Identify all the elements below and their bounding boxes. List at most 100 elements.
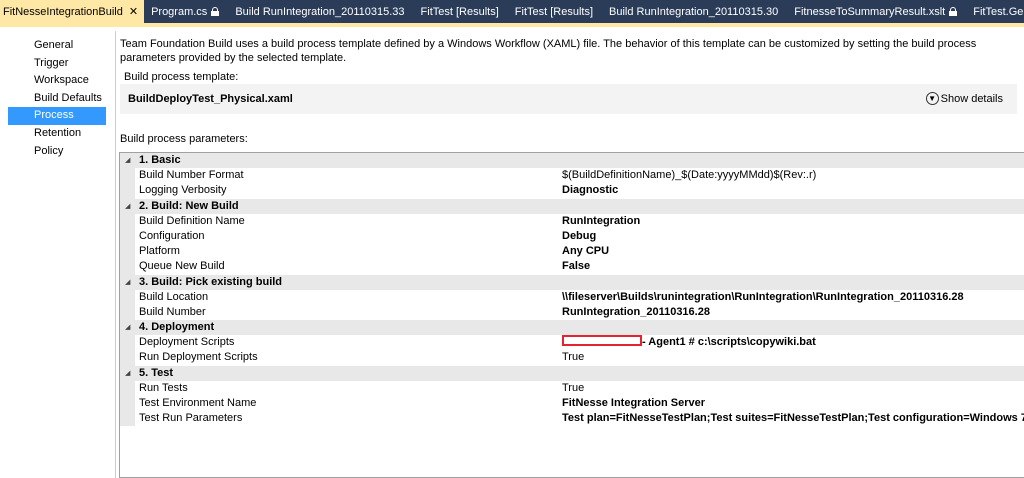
tab-label: Build RunIntegration_20110315.33 <box>235 5 405 18</box>
tab-label: FitTest [Results] <box>514 5 594 18</box>
row-gutter <box>120 350 135 366</box>
param-row[interactable]: Run Deployment Scripts True <box>120 350 1024 366</box>
category-name: 5. Test <box>139 366 174 379</box>
row-gutter <box>120 183 135 199</box>
param-value[interactable]: \\fileserver\Builds\runintegration\RunIn… <box>562 290 1024 305</box>
tab-5[interactable]: Build RunIntegration_20110315.30 <box>602 0 787 23</box>
category-row[interactable]: ◢ 5. Test <box>120 365 1024 381</box>
param-value[interactable]: RunIntegration <box>562 214 1024 229</box>
param-name: Deployment Scripts <box>139 336 235 349</box>
param-row[interactable]: Build Number RunIntegration_20110316.28 <box>120 304 1024 321</box>
lock-icon <box>949 7 958 16</box>
category-name: 2. Build: New Build <box>139 199 239 212</box>
sidebar-item-build-defaults[interactable]: Build Defaults <box>8 90 106 108</box>
tab-label: FitTest.GenericTest <box>973 5 1024 18</box>
param-name: Build Definition Name <box>139 214 245 227</box>
param-row[interactable]: Build Definition Name RunIntegration <box>120 213 1024 229</box>
param-row[interactable]: Configuration Debug <box>120 228 1024 245</box>
lock-icon <box>211 7 220 16</box>
param-value-text: RunIntegration_20110316.28 <box>562 305 710 318</box>
tab-0[interactable]: FitNesseIntegrationBuild ✕ <box>0 0 145 23</box>
show-details-button[interactable]: ▼ Show details <box>925 92 1003 105</box>
param-value-text: False <box>562 260 591 273</box>
row-gutter <box>120 289 135 305</box>
param-value-text: - Agent1 # c:\scripts\copywiki.bat <box>642 336 816 349</box>
param-row[interactable]: Queue New Build False <box>120 259 1024 275</box>
param-row[interactable]: Logging Verbosity Diagnostic <box>120 183 1024 199</box>
param-value-text: True <box>562 381 585 394</box>
process-panel: Team Foundation Build uses a build proce… <box>117 31 1024 478</box>
row-gutter <box>120 213 135 229</box>
row-gutter <box>120 411 135 427</box>
sidebar-item-workspace[interactable]: Workspace <box>8 72 106 90</box>
params-label: Build process parameters: <box>120 133 248 145</box>
param-row[interactable]: Build Number Format $(BuildDefinitionName… <box>120 168 1024 184</box>
param-value[interactable]: Debug <box>562 229 1024 244</box>
row-gutter <box>120 228 135 245</box>
sidebar-item-general[interactable]: General <box>8 37 106 55</box>
param-row[interactable]: Build Location \\fileserver\Builds\runint… <box>120 289 1024 305</box>
param-value-text: $(BuildDefinitionName)_$(Date:yyyyMMdd)$… <box>562 169 817 182</box>
param-value[interactable]: True <box>562 381 1024 396</box>
tab-6[interactable]: FitnesseToSummaryResult.xslt <box>787 0 966 23</box>
category-row[interactable]: ◢ 4. Deployment <box>120 320 1024 336</box>
param-value[interactable]: Test plan=FitNesseTestPlan;Test suites=F… <box>562 411 1024 426</box>
tab-2[interactable]: Build RunIntegration_20110315.33 <box>228 0 413 23</box>
collapse-triangle-icon[interactable]: ◢ <box>125 199 130 214</box>
tab-7[interactable]: FitTest.GenericTest <box>966 0 1024 23</box>
param-name: Build Number <box>139 305 206 318</box>
sidebar-item-retention-policy[interactable]: Retention Policy <box>8 125 106 157</box>
category-name: 1. Basic <box>139 154 181 166</box>
tab-1[interactable]: Program.cs <box>144 0 228 23</box>
tab-3[interactable]: FitTest [Results] <box>414 0 508 23</box>
process-description: Team Foundation Build uses a build proce… <box>120 38 977 64</box>
row-gutter <box>120 168 135 184</box>
param-value-text: Diagnostic <box>562 184 619 197</box>
param-name: Configuration <box>139 229 205 242</box>
category-name: 3. Build: Pick existing build <box>139 275 283 288</box>
param-value-text: Test plan=FitNesseTestPlan;Test suites=F… <box>562 412 1024 425</box>
param-value[interactable]: Diagnostic <box>562 183 1024 198</box>
show-details-label: Show details <box>940 92 1003 105</box>
chevron-down-icon: ▼ <box>925 92 939 105</box>
param-name: Build Number Format <box>139 169 244 182</box>
param-value[interactable]: Any CPU <box>562 244 1024 259</box>
category-row[interactable]: ◢ 3. Build: Pick existing build <box>120 274 1024 290</box>
tab-label: FitTest [Results] <box>420 5 499 18</box>
param-name: Test Environment Name <box>139 397 257 409</box>
param-value[interactable]: False <box>562 259 1024 274</box>
param-row[interactable]: Platform Any CPU <box>120 244 1024 260</box>
param-value-text: \\fileserver\Builds\runintegration\RunIn… <box>562 290 964 303</box>
param-row[interactable]: Test Environment Name FitNesse Integratio… <box>120 396 1024 412</box>
param-value[interactable]: FitNesse Integration Server <box>562 396 1024 411</box>
collapse-triangle-icon[interactable]: ◢ <box>125 275 130 290</box>
collapse-triangle-icon[interactable]: ◢ <box>125 153 130 168</box>
category-row[interactable]: ◢ 1. Basic <box>120 153 1024 169</box>
param-name: Logging Verbosity <box>139 184 227 197</box>
tab-label: FitNesseIntegrationBuild <box>3 5 123 18</box>
sidebar-item-process[interactable]: Process <box>8 107 106 125</box>
param-name: Queue New Build <box>139 260 225 273</box>
param-value[interactable]: True <box>562 350 1024 365</box>
sidebar: General Trigger Workspace Build Defaults Pro… <box>0 31 116 478</box>
collapse-triangle-icon[interactable]: ◢ <box>125 320 130 335</box>
param-value[interactable]: $(BuildDefinitionName)_$(Date:yyyyMMdd)$… <box>562 168 1024 183</box>
document-tab-strip: FitNesseIntegrationBuild ✕ Program.cs Build… <box>0 0 1024 27</box>
param-value[interactable]: RunIntegration_20110316.28 <box>562 305 1024 320</box>
row-gutter <box>120 396 135 412</box>
param-row[interactable]: Run Tests True <box>120 380 1024 396</box>
param-row[interactable]: Deployment Scripts - Agent1 # c:\scripts\… <box>120 335 1024 351</box>
tab-4[interactable]: FitTest [Results] <box>508 0 602 23</box>
sidebar-item-trigger[interactable]: Trigger <box>8 55 106 73</box>
params-grid: ◢ 1. Basic Build Number Format $(BuildDefin… <box>119 152 1024 478</box>
category-row[interactable]: ◢ 2. Build: New Build <box>120 198 1024 214</box>
redaction-box <box>562 335 642 347</box>
param-name: Test Run Parameters <box>139 412 243 425</box>
param-row[interactable]: Test Run Parameters Test plan=FitNesseTes… <box>120 411 1024 427</box>
close-icon[interactable]: ✕ <box>129 5 138 18</box>
param-value[interactable]: - Agent1 # c:\scripts\copywiki.bat <box>562 335 1024 350</box>
param-value-text: RunIntegration <box>562 214 641 227</box>
param-name: Platform <box>139 245 180 258</box>
collapse-triangle-icon[interactable]: ◢ <box>125 366 130 381</box>
row-gutter <box>120 380 135 396</box>
